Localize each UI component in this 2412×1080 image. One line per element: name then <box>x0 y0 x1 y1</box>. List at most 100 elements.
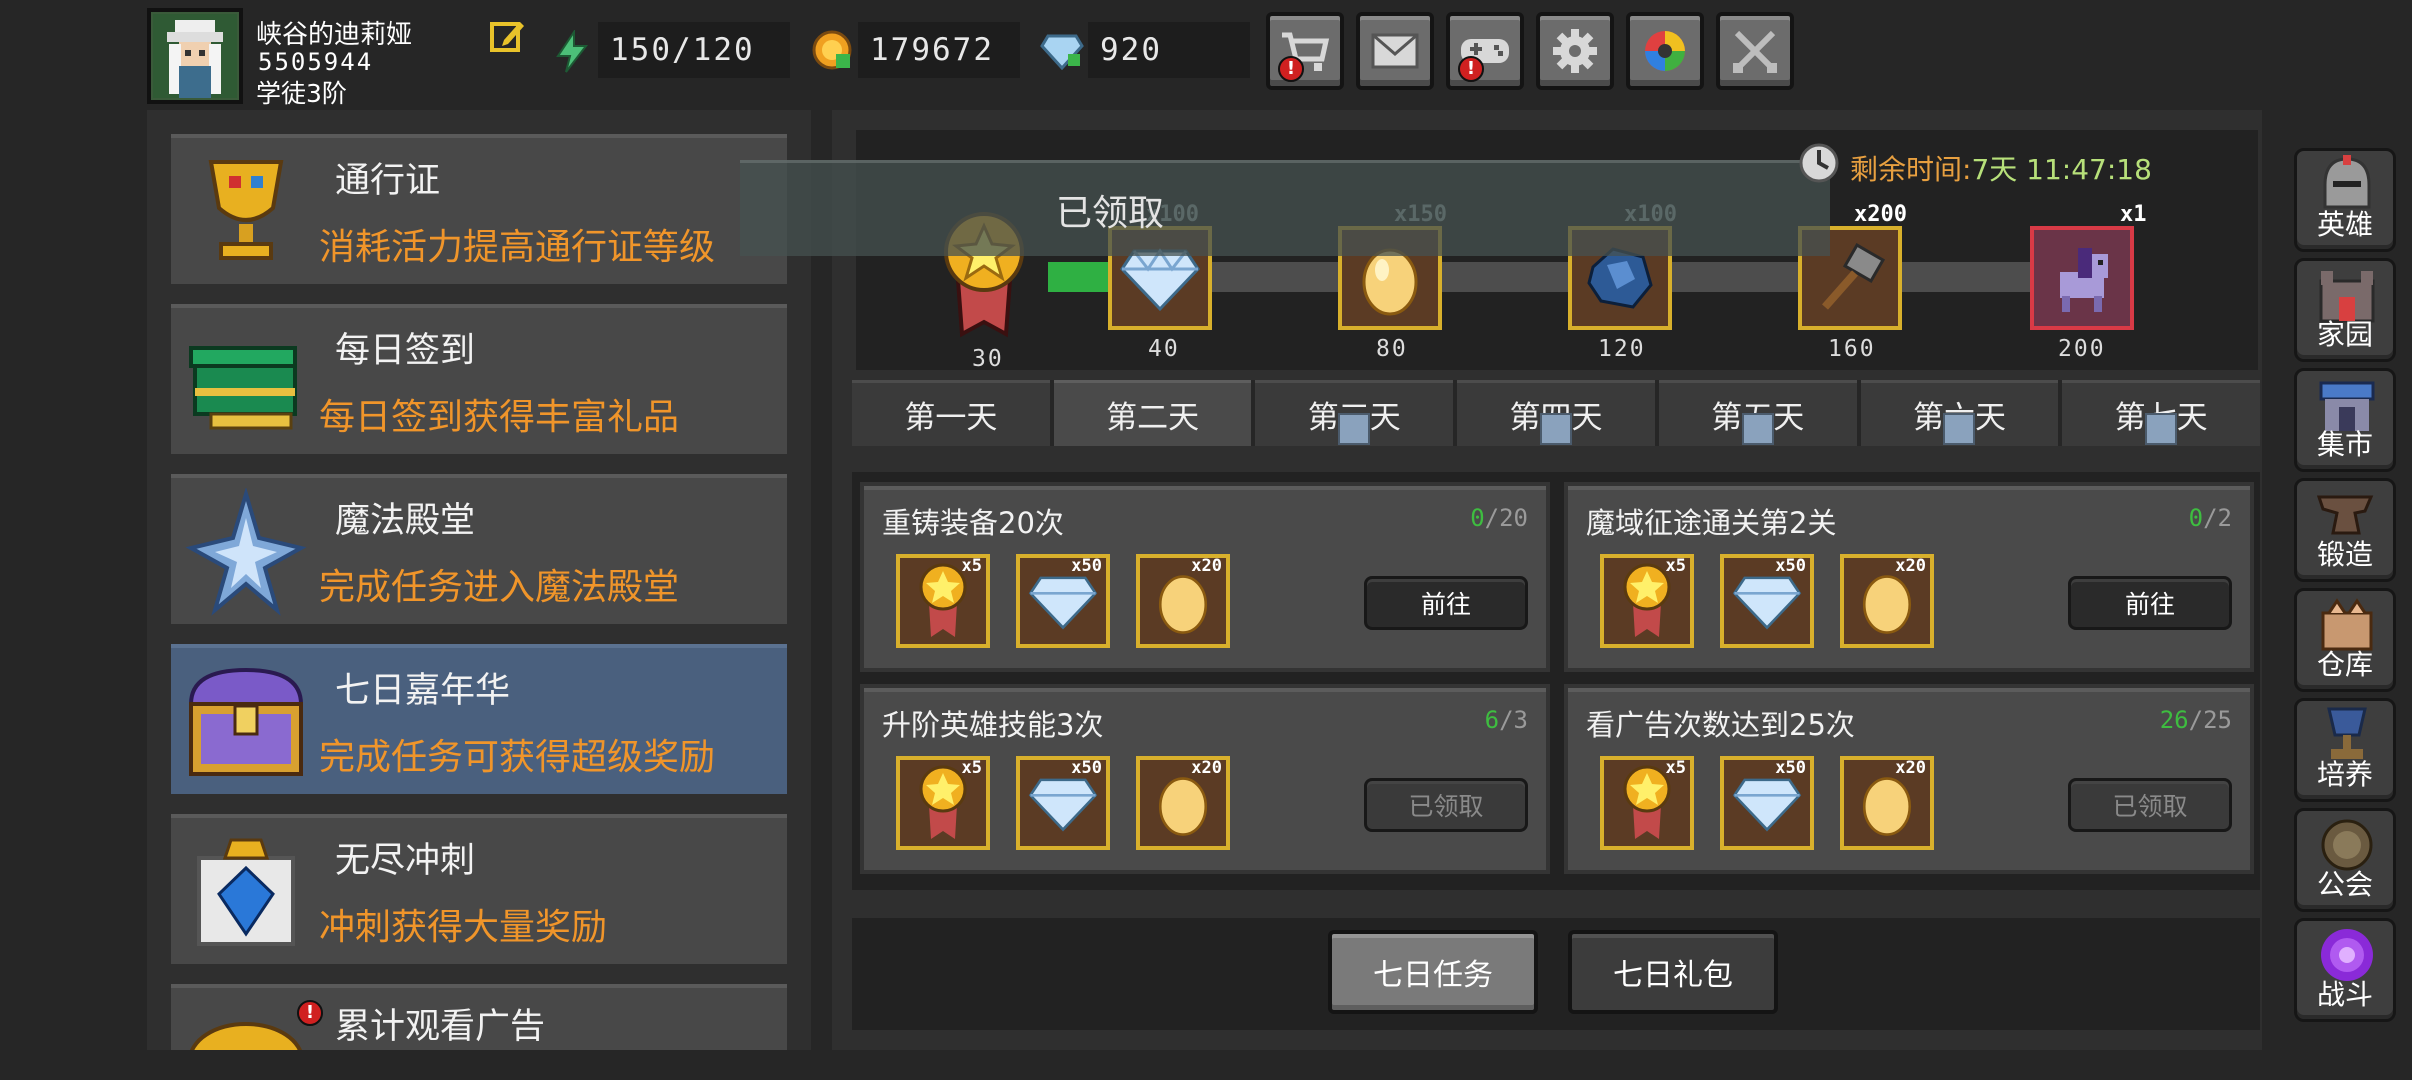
seven-day-tasks-button[interactable]: 七日任务 <box>1328 930 1538 1014</box>
menu-item-title: 魔法殿堂 <box>335 501 476 541</box>
task-claimed-button[interactable]: 已领取 <box>1364 778 1528 832</box>
task-go-button[interactable]: 前往 <box>1364 576 1528 630</box>
nav-forge[interactable]: 锻造 <box>2294 478 2396 582</box>
task-progress: 0/2 <box>2189 504 2232 532</box>
lock-icon <box>1943 413 1976 445</box>
menu-item-endless-sprint[interactable]: 无尽冲刺 冲刺获得大量奖励 <box>171 814 787 964</box>
menu-item-title: 累计观看广告 <box>335 1007 546 1047</box>
settings-gear-icon <box>1553 29 1597 73</box>
player-name: 峡谷的迪莉娅 <box>256 20 413 50</box>
task-progress-current: 26 <box>2159 706 2189 734</box>
points-progress-fill <box>1048 262 1108 292</box>
nav-label: 培养 <box>2316 758 2373 791</box>
day-tabs: 第一天 第二天 第三天 第四天 第五天 第六天 第七天 <box>852 380 2261 446</box>
nav-label: 集市 <box>2316 428 2373 461</box>
nav-training[interactable]: 培养 <box>2294 698 2396 802</box>
tab-label: 第一天 <box>904 400 998 436</box>
menu-item-daily-signin[interactable]: 每日签到 每日签到获得丰富礼品 <box>171 304 787 454</box>
tab-day-5[interactable]: 第五天 <box>1658 380 1857 446</box>
menu-item-watch-ads[interactable]: ! 累计观看广告 <box>171 984 787 1050</box>
mail-button[interactable] <box>1356 12 1434 90</box>
nav-heroes[interactable]: 英雄 <box>2294 148 2396 252</box>
tab-day-6[interactable]: 第六天 <box>1860 380 2059 446</box>
alert-badge-icon: ! <box>1278 56 1304 82</box>
task-progress-total: /20 <box>1484 504 1528 532</box>
milestone-qty: x200 <box>1854 202 1907 227</box>
milestone-points: 160 <box>1828 336 1876 362</box>
nav-warehouse[interactable]: 仓库 <box>2294 588 2396 692</box>
lock-icon <box>1540 413 1573 445</box>
reward-slot-egg[interactable]: x20 <box>1136 756 1230 850</box>
task-claimed-button[interactable]: 已领取 <box>2068 778 2232 832</box>
tab-day-1[interactable]: 第一天 <box>852 380 1050 446</box>
alert-badge-icon: ! <box>297 1000 323 1026</box>
milestone-points: 40 <box>1148 336 1180 362</box>
nav-label: 英雄 <box>2316 208 2373 241</box>
shop-button[interactable]: ! <box>1266 12 1344 90</box>
reward-slot-egg[interactable]: x20 <box>1840 554 1934 648</box>
milestone-points: 120 <box>1598 336 1646 362</box>
remaining-time-value: 7天 11:47:18 <box>1971 153 2152 186</box>
menu-item-desc: 完成任务可获得超级奖励 <box>319 737 716 778</box>
reward-slot-diamond[interactable]: x50 <box>1016 756 1110 850</box>
reward-qty: x20 <box>1895 758 1926 778</box>
seven-day-gift-button[interactable]: 七日礼包 <box>1568 930 1778 1014</box>
task-card: 魔域征途通关第2关 0/2 x5 x50 x20 前往 <box>1564 482 2254 672</box>
reward-slot-diamond[interactable]: x50 <box>1016 554 1110 648</box>
task-card: 重铸装备20次 0/20 x5 x50 x20 前往 <box>860 482 1550 672</box>
edit-name-icon[interactable] <box>490 18 526 54</box>
nav-battle[interactable]: 战斗 <box>2294 918 2396 1022</box>
nav-market[interactable]: 集市 <box>2294 368 2396 472</box>
reward-slot-egg[interactable]: x20 <box>1840 756 1934 850</box>
menu-item-pass[interactable]: 通行证 消耗活力提高通行证等级 <box>171 134 787 284</box>
reward-slot-diamond[interactable]: x50 <box>1720 756 1814 850</box>
nav-guild[interactable]: 公会 <box>2294 808 2396 912</box>
diamond-icon <box>1732 778 1802 832</box>
menu-item-seven-day-carnival[interactable]: 七日嘉年华 完成任务可获得超级奖励 <box>171 644 787 794</box>
minigame-button[interactable]: ! <box>1446 12 1524 90</box>
player-id: 5505944 <box>258 48 374 76</box>
tab-day-4[interactable]: 第四天 <box>1457 380 1655 446</box>
reward-qty: x50 <box>1775 556 1806 576</box>
task-go-button[interactable]: 前往 <box>2068 576 2232 630</box>
task-progress-total: /3 <box>1499 706 1528 734</box>
task-title: 升阶英雄技能3次 <box>882 708 1104 742</box>
task-title: 重铸装备20次 <box>882 506 1064 540</box>
battle-mode-button[interactable] <box>1716 12 1794 90</box>
reward-slot-medal[interactable]: x5 <box>896 756 990 850</box>
nav-label: 家园 <box>2316 318 2373 351</box>
menu-item-desc: 冲刺获得大量奖励 <box>319 907 608 948</box>
menu-item-desc: 完成任务进入魔法殿堂 <box>319 567 680 608</box>
milestone-reward-200[interactable] <box>2030 226 2134 330</box>
color-theme-button[interactable] <box>1626 12 1704 90</box>
menu-item-desc: 消耗活力提高通行证等级 <box>319 227 716 268</box>
task-progress: 0/20 <box>1470 504 1528 532</box>
clock-icon <box>1798 142 1840 184</box>
reward-slot-medal[interactable]: x5 <box>896 554 990 648</box>
remaining-time: 剩余时间:7天 11:47:18 <box>1850 148 2152 188</box>
tab-day-3[interactable]: 第三天 <box>1255 380 1454 446</box>
gold-coin-icon <box>810 28 854 72</box>
nav-home[interactable]: 家园 <box>2294 258 2396 362</box>
player-rank: 学徒3阶 <box>256 79 347 108</box>
color-wheel-icon <box>1645 31 1685 71</box>
tab-day-7[interactable]: 第七天 <box>2062 380 2261 446</box>
tab-label: 第二天 <box>1106 400 1200 436</box>
tab-day-2[interactable]: 第二天 <box>1053 380 1252 446</box>
menu-item-title: 通行证 <box>335 161 441 201</box>
task-title: 看广告次数达到25次 <box>1586 708 1855 742</box>
reward-slot-medal[interactable]: x5 <box>1600 756 1694 850</box>
milestone-points: 200 <box>2058 336 2106 362</box>
diamond-icon <box>1732 576 1802 630</box>
mail-icon <box>1371 33 1419 69</box>
menu-item-magic-hall[interactable]: 魔法殿堂 完成任务进入魔法殿堂 <box>171 474 787 624</box>
task-list: 重铸装备20次 0/20 x5 x50 x20 前往 魔域征途通关第2关 0/2… <box>852 472 2260 890</box>
pony-pet-icon <box>2060 248 2108 312</box>
crystal-trophy-icon <box>181 828 311 958</box>
reward-slot-medal[interactable]: x5 <box>1600 554 1694 648</box>
gem-value: 920 <box>1100 32 1162 68</box>
settings-button[interactable] <box>1536 12 1614 90</box>
player-avatar[interactable] <box>147 8 243 104</box>
reward-slot-diamond[interactable]: x50 <box>1720 554 1814 648</box>
reward-slot-egg[interactable]: x20 <box>1136 554 1230 648</box>
